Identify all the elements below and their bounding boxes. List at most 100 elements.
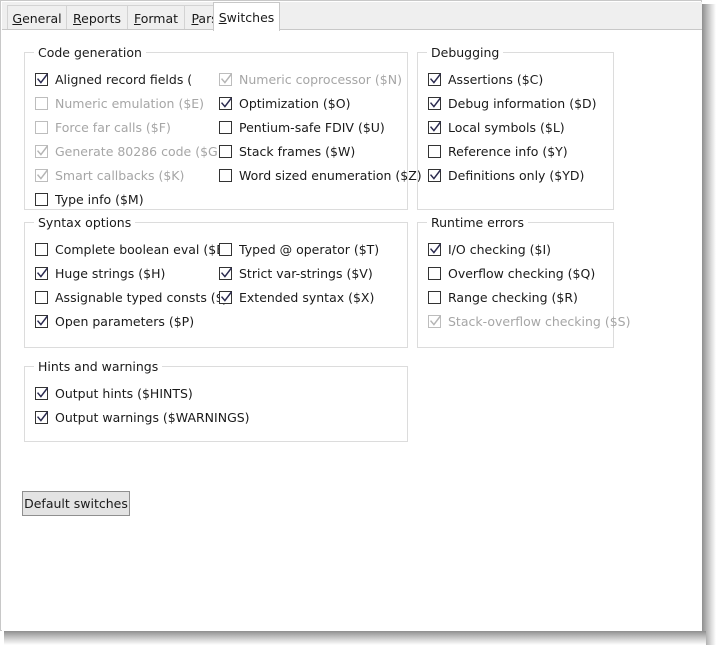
empty-checkbox-icon: [219, 243, 232, 256]
checkbox-label: Assertions ($C): [448, 72, 544, 87]
tab-format[interactable]: Format: [127, 5, 185, 30]
checkmark-icon: [35, 267, 48, 280]
empty-checkbox-icon: [428, 291, 441, 304]
group-title-code-generation: Code generation: [34, 45, 146, 60]
checkbox-label: Stack frames ($W): [239, 144, 356, 159]
checkbox-overflow-checking-q[interactable]: Overflow checking ($Q): [428, 266, 595, 281]
checkbox-typed-operator-t[interactable]: Typed @ operator ($T): [219, 242, 379, 257]
checkbox-label: Generate 80286 code ($G): [55, 144, 223, 159]
checkmark-icon: [35, 73, 48, 86]
checkbox-label: Optimization ($O): [239, 96, 351, 111]
checkbox-range-checking-r[interactable]: Range checking ($R): [428, 290, 578, 305]
checkmark-icon: [219, 97, 232, 110]
checkbox-label: Pentium-safe FDIV ($U): [239, 120, 385, 135]
tab-label: Reports: [73, 10, 121, 26]
tab-label: Format: [133, 10, 179, 26]
tab-label: Switches: [218, 9, 275, 25]
checkbox-huge-strings-h[interactable]: Huge strings ($H): [35, 266, 165, 281]
empty-checkbox-icon: [219, 121, 232, 134]
checkbox-aligned-record-fields-a[interactable]: Aligned record fields ($A): [35, 72, 193, 87]
tab-general[interactable]: General: [7, 5, 67, 30]
checkmark-icon: [428, 243, 441, 256]
checkbox-label: Force far calls ($F): [55, 120, 171, 135]
empty-checkbox-icon: [428, 267, 441, 280]
checkbox-smart-callbacks-k: Smart callbacks ($K): [35, 168, 184, 183]
checkbox-stack-frames-w[interactable]: Stack frames ($W): [219, 144, 355, 159]
checkbox-optimization-o[interactable]: Optimization ($O): [219, 96, 350, 111]
checkbox-reference-info-y[interactable]: Reference info ($Y): [428, 144, 568, 159]
checkbox-definitions-only-yd[interactable]: Definitions only ($YD): [428, 168, 584, 183]
empty-checkbox-icon: [219, 145, 232, 158]
checkbox-label: Definitions only ($YD): [448, 168, 585, 183]
checkbox-label: Smart callbacks ($K): [55, 168, 185, 183]
checkbox-label: Huge strings ($H): [55, 266, 166, 281]
checkbox-i-o-checking-i[interactable]: I/O checking ($I): [428, 242, 551, 257]
checkbox-label: Output warnings ($WARNINGS): [55, 410, 250, 425]
checkbox-strict-var-strings-v[interactable]: Strict var-strings ($V): [219, 266, 373, 281]
checkbox-open-parameters-p[interactable]: Open parameters ($P): [35, 314, 194, 329]
group-title-hints-and-warnings: Hints and warnings: [34, 359, 163, 374]
checkbox-label: Numeric coprocessor ($N): [239, 72, 402, 87]
checkbox-extended-syntax-x[interactable]: Extended syntax ($X): [219, 290, 374, 305]
checkbox-output-hints-hints[interactable]: Output hints ($HINTS): [35, 386, 193, 401]
checkbox-type-info-m[interactable]: Type info ($M): [35, 192, 144, 207]
group-title-syntax-options: Syntax options: [34, 215, 136, 230]
checkmark-icon: [35, 145, 48, 158]
checkmark-icon: [219, 267, 232, 280]
empty-checkbox-icon: [35, 97, 48, 110]
checkbox-label: Extended syntax ($X): [239, 290, 375, 305]
group-hints-and-warnings: Hints and warnings Output hints ($HINTS) O…: [24, 359, 408, 442]
tab-reports[interactable]: Reports: [66, 5, 128, 30]
checkbox-label: Overflow checking ($Q): [448, 266, 596, 281]
tab-label: General: [12, 10, 62, 26]
checkbox-label: Reference info ($Y): [448, 144, 568, 159]
empty-checkbox-icon: [219, 169, 232, 182]
checkbox-local-symbols-l[interactable]: Local symbols ($L): [428, 120, 565, 135]
empty-checkbox-icon: [35, 291, 48, 304]
checkmark-icon: [35, 315, 48, 328]
checkbox-label: Output hints ($HINTS): [55, 386, 193, 401]
checkbox-label: Word sized enumeration ($Z): [239, 168, 422, 183]
default-switches-button[interactable]: Default switches: [22, 491, 130, 516]
checkbox-assertions-c[interactable]: Assertions ($C): [428, 72, 543, 87]
group-title-debugging: Debugging: [427, 45, 504, 60]
checkbox-pentium-safe-fdiv-u[interactable]: Pentium-safe FDIV ($U): [219, 120, 385, 135]
switches-tab-page: Default switches Code generation Aligned …: [2, 29, 702, 631]
checkbox-label: Assignable typed consts ($J): [55, 290, 233, 305]
empty-checkbox-icon: [428, 145, 441, 158]
checkbox-label: Complete boolean eval ($B): [55, 242, 230, 257]
checkbox-assignable-typed-consts-j[interactable]: Assignable typed consts ($J): [35, 290, 232, 305]
checkmark-icon: [219, 73, 232, 86]
checkbox-numeric-emulation-e: Numeric emulation ($E): [35, 96, 204, 111]
checkbox-debug-information-d[interactable]: Debug information ($D): [428, 96, 597, 111]
checkbox-label: Open parameters ($P): [55, 314, 195, 329]
checkbox-label: Range checking ($R): [448, 290, 578, 305]
group-code-generation: Code generation Aligned record fields ($A…: [24, 45, 422, 210]
checkbox-label: Local symbols ($L): [448, 120, 565, 135]
group-runtime-errors: Runtime errors I/O checking ($I) Overflow …: [417, 215, 630, 348]
checkmark-icon: [35, 411, 48, 424]
checkbox-label: Stack-overflow checking ($S): [448, 314, 631, 329]
checkmark-icon: [219, 291, 232, 304]
empty-checkbox-icon: [35, 243, 48, 256]
checkmark-icon: [428, 73, 441, 86]
options-window: GeneralReportsFormatParserSwitches Defau…: [0, 0, 702, 631]
checkbox-stack-overflow-checking-s: Stack-overflow checking ($S): [428, 314, 630, 329]
checkmark-icon: [428, 169, 441, 182]
empty-checkbox-icon: [35, 193, 48, 206]
tab-switches[interactable]: Switches: [213, 2, 280, 31]
group-title-runtime-errors: Runtime errors: [427, 215, 528, 230]
checkbox-generate-80286-code-g: Generate 80286 code ($G): [35, 144, 223, 159]
checkbox-label: Type info ($M): [55, 192, 144, 207]
checkmark-icon: [35, 387, 48, 400]
checkmark-icon: [428, 121, 441, 134]
checkbox-label: Aligned record fields ($A): [55, 72, 193, 87]
group-debugging: Debugging Assertions ($C) Debug informatio…: [417, 45, 614, 210]
checkbox-complete-boolean-eval-b[interactable]: Complete boolean eval ($B): [35, 242, 230, 257]
checkmark-icon: [428, 315, 441, 328]
checkbox-output-warnings-warnings[interactable]: Output warnings ($WARNINGS): [35, 410, 250, 425]
checkbox-word-sized-enumeration-z[interactable]: Word sized enumeration ($Z): [219, 168, 422, 183]
checkbox-label: Strict var-strings ($V): [239, 266, 373, 281]
window-shadow-bottom: [4, 631, 706, 645]
group-syntax-options: Syntax options Complete boolean eval ($B)…: [24, 215, 408, 348]
